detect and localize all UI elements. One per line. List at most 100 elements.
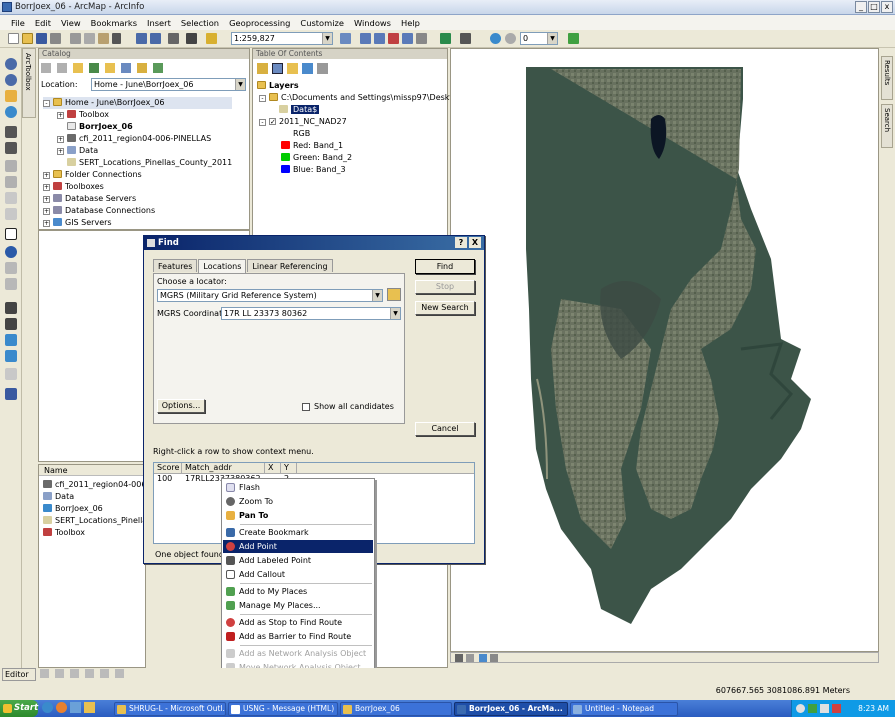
taskbar-folder[interactable]: BorrJoex_06	[340, 702, 452, 716]
menu-file[interactable]: File	[6, 18, 30, 28]
menu-view[interactable]: View	[56, 18, 86, 28]
up-folder-icon[interactable]	[73, 63, 83, 73]
checkbox-icon[interactable]: ✓	[269, 118, 276, 126]
menu-help[interactable]: Help	[396, 18, 425, 28]
col-match-addr[interactable]: Match_addr	[182, 463, 265, 473]
editor-menu[interactable]: Editor	[2, 668, 36, 681]
taskbar-arcmap[interactable]: BorrJoex_06 - ArcMa...	[454, 702, 568, 716]
add-data-dropdown-icon[interactable]	[206, 33, 217, 44]
refresh-icon[interactable]	[479, 654, 487, 662]
tree-item-sert[interactable]: SERT_Locations_Pinellas_County_2011	[43, 157, 232, 169]
identify-icon[interactable]	[5, 246, 17, 258]
forward-icon[interactable]	[5, 176, 17, 188]
minimize-button[interactable]: _	[855, 1, 867, 13]
close-button[interactable]: x	[881, 1, 893, 13]
search-tab[interactable]: Search	[881, 104, 893, 148]
help-button[interactable]: ?	[455, 237, 467, 248]
chevron-down-icon[interactable]: ▼	[322, 33, 332, 44]
tree-item-toolbox[interactable]: + Toolbox	[43, 109, 232, 121]
expand-icon[interactable]: +	[43, 184, 50, 191]
measure-icon[interactable]	[5, 278, 17, 290]
toc-window-icon[interactable]	[360, 33, 371, 44]
options-button[interactable]: Options...	[157, 399, 205, 413]
menu-item-add-callout[interactable]: Add Callout	[223, 568, 373, 581]
ie-icon[interactable]	[42, 702, 53, 713]
toggle-contents-icon[interactable]	[121, 63, 131, 73]
cut-icon[interactable]	[70, 33, 81, 44]
tree-item-db-connections[interactable]: + Database Connections	[43, 205, 232, 217]
straight-segment-icon[interactable]	[70, 669, 79, 678]
maximize-button[interactable]: □	[868, 1, 880, 13]
menu-item-manage-my-places[interactable]: Manage My Places...	[223, 599, 373, 612]
show-desktop-icon[interactable]	[70, 702, 81, 713]
search-window-icon[interactable]	[388, 33, 399, 44]
html-popup-icon[interactable]	[5, 262, 17, 274]
tree-item-gis-servers[interactable]: + GIS Servers	[43, 217, 232, 229]
list-by-visibility-icon[interactable]	[287, 63, 298, 74]
go-to-xy-icon[interactable]	[5, 334, 17, 346]
map-scale-combobox[interactable]: 1:259,827 ▼	[231, 32, 333, 45]
contents-name-header[interactable]: Name	[39, 465, 145, 476]
menu-item-create-bookmark[interactable]: Create Bookmark	[223, 526, 373, 539]
toc-path[interactable]: - C:\Documents and Settings\missp97\Deskt…	[257, 92, 475, 104]
expand-icon[interactable]: +	[43, 196, 50, 203]
chevron-down-icon[interactable]: ▼	[547, 33, 557, 44]
menu-item-add-network-object[interactable]: Add as Network Analysis Object	[223, 647, 373, 660]
menu-item-add-to-my-places[interactable]: Add to My Places	[223, 585, 373, 598]
col-x[interactable]: X	[265, 463, 281, 473]
paste-icon[interactable]	[98, 33, 109, 44]
tree-item-toolboxes[interactable]: + Toolboxes	[43, 181, 232, 193]
modelbuilder-icon[interactable]	[440, 33, 451, 44]
menu-item-add-labeled-point[interactable]: Add Labeled Point	[223, 554, 373, 567]
find-route-icon[interactable]	[5, 318, 17, 330]
network-icon[interactable]	[808, 704, 817, 713]
chevron-down-icon[interactable]: ▼	[390, 308, 400, 319]
fixed-zoom-in-icon[interactable]	[5, 126, 17, 138]
menu-item-flash[interactable]: Flash	[223, 481, 373, 494]
zoom-out-icon[interactable]	[5, 74, 17, 86]
firefox-icon[interactable]	[56, 702, 67, 713]
clear-selection-icon[interactable]	[5, 208, 17, 220]
time-slider-icon[interactable]	[5, 350, 17, 362]
clock[interactable]: 8:23 AM	[858, 704, 889, 713]
end-point-arc-icon[interactable]	[85, 669, 94, 678]
layout-view-icon[interactable]	[466, 654, 474, 662]
tree-item-mxd[interactable]: BorrJoex_06	[43, 121, 232, 133]
secondary-combobox[interactable]: 0 ▼	[520, 32, 558, 45]
close-button[interactable]: X	[469, 237, 481, 248]
tab-locations[interactable]: Locations	[198, 259, 247, 273]
viewer-window-icon[interactable]	[5, 368, 17, 380]
new-document-icon[interactable]	[8, 33, 19, 44]
tab-features[interactable]: Features	[153, 259, 198, 272]
stop-button[interactable]: Stop	[415, 280, 475, 294]
undo-icon[interactable]	[136, 33, 147, 44]
zoom-icon[interactable]	[186, 33, 197, 44]
tree-item-data[interactable]: + Data	[43, 145, 232, 157]
pause-drawing-icon[interactable]	[490, 654, 498, 662]
explorer-icon[interactable]	[84, 702, 95, 713]
expand-icon[interactable]: +	[57, 112, 64, 119]
new-search-button[interactable]: New Search	[415, 301, 475, 315]
edit-tool-icon[interactable]	[40, 669, 49, 678]
tree-item-folder-connections[interactable]: + Folder Connections	[43, 169, 232, 181]
menu-item-zoom-to[interactable]: Zoom To	[223, 495, 373, 508]
taskbar-usng-message[interactable]: USNG - Message (HTML)	[228, 702, 338, 716]
pan-icon[interactable]	[5, 90, 17, 102]
volume-icon[interactable]	[820, 704, 829, 713]
back-icon[interactable]	[5, 160, 17, 172]
collapse-icon[interactable]: -	[259, 95, 266, 102]
print-icon[interactable]	[50, 33, 61, 44]
map-display[interactable]	[450, 48, 879, 652]
results-tab[interactable]: Results	[881, 56, 893, 100]
collapse-icon[interactable]: -	[43, 100, 50, 107]
trace-icon[interactable]	[100, 669, 109, 678]
python-window-icon[interactable]	[416, 33, 427, 44]
arctoolbox-icon[interactable]	[402, 33, 413, 44]
sync-icon[interactable]	[153, 63, 163, 73]
chevron-down-icon[interactable]: ▼	[235, 79, 245, 90]
list-by-source-icon[interactable]	[272, 63, 283, 74]
home-icon[interactable]	[89, 63, 99, 73]
chevron-down-icon[interactable]: ▼	[372, 290, 382, 301]
menu-item-add-stop[interactable]: Add as Stop to Find Route	[223, 616, 373, 629]
location-combobox[interactable]: Home - June\BorrJoex_06 ▼	[91, 78, 246, 91]
